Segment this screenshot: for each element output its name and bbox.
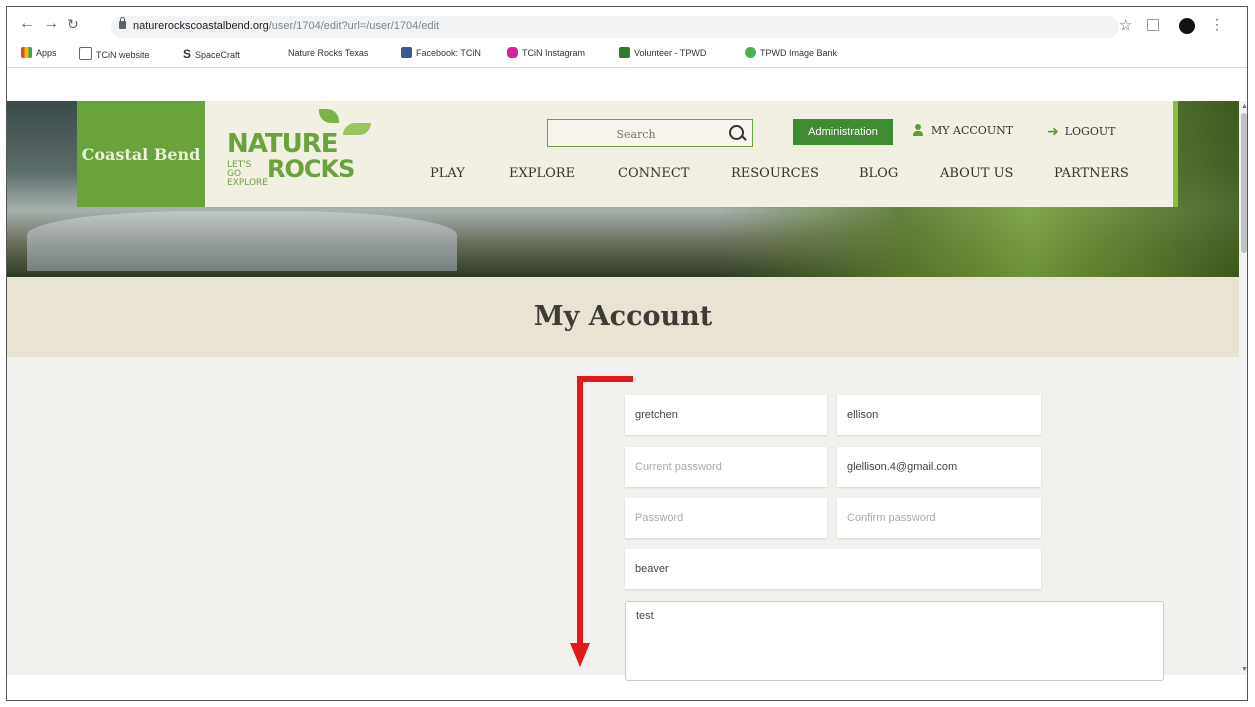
nav-partners[interactable]: PARTNERS [1054,166,1129,181]
hero-reflection [27,211,457,271]
search-icon[interactable] [729,125,744,140]
url-path: /user/1704/edit?url=/user/1704/edit [268,20,440,32]
logo-line2: LET'S GO EXPLORE [227,160,268,188]
bookmark-label: TPWD Image Bank [760,48,838,58]
first-name-field[interactable] [625,395,827,435]
user-icon [913,124,923,136]
logo-leaf-icon [319,109,339,123]
nav-resources[interactable]: RESOURCES [731,166,819,181]
bookmark-label: Nature Rocks Texas [288,48,369,58]
screenshot-frame: ← → ↻ naturerockscoastalbend.org/user/17… [6,6,1248,701]
nav-about-us[interactable]: ABOUT US [940,166,1013,181]
blank-icon [273,47,284,58]
last-name-field[interactable] [837,395,1041,435]
site-header: Coastal Bend NATURE LET'S GO EXPLORE ROC… [77,101,1173,207]
bookmark-tcin-website[interactable]: TCiN website [79,47,150,60]
annotation-arrow-shaft [577,376,583,646]
logout-icon: ➜ [1047,124,1059,140]
search-box [547,119,753,147]
bookmark-label: SpaceCraft [195,50,241,60]
site-logo[interactable]: NATURE LET'S GO EXPLORE ROCKS [227,107,387,197]
facebook-icon [401,47,412,58]
logout-link[interactable]: ➜ LOGOUT [1047,124,1115,140]
nav-play[interactable]: PLAY [430,166,465,181]
page-icon [79,47,92,60]
title-band: My Account [7,277,1239,357]
back-icon[interactable]: ← [19,16,35,32]
my-account-label: MY ACCOUNT [931,124,1014,137]
bookmark-label: TCiN website [96,50,150,60]
current-password-field[interactable] [625,447,827,487]
bio-textarea[interactable]: test [625,601,1164,681]
administration-button[interactable]: Administration [793,119,893,145]
bookmark-facebook[interactable]: Facebook: TCiN [401,47,481,58]
bookmark-instagram[interactable]: TCiN Instagram [507,47,585,58]
reload-icon[interactable]: ↻ [67,16,79,32]
email-field[interactable] [837,447,1041,487]
bookmark-label: Facebook: TCiN [416,48,481,58]
bookmark-label: Volunteer - TPWD [634,48,707,58]
logo-line3: ROCKS [267,155,355,183]
menu-kebab-icon[interactable]: ⋮ [1210,16,1224,33]
lock-icon [119,17,126,29]
bookmark-label: TCiN Instagram [522,48,586,58]
my-account-link[interactable]: MY ACCOUNT [913,124,1013,137]
nav-explore[interactable]: EXPLORE [509,166,575,181]
bookmarks-bar: Apps TCiN website S SpaceCraft Nature Roc… [7,41,1247,68]
spacecraft-s-icon: S [183,47,192,61]
tpwd-icon [619,47,630,58]
username-field[interactable] [625,549,1041,589]
image-bank-icon [745,47,756,58]
profile-avatar[interactable] [1179,18,1195,34]
logout-label: LOGOUT [1064,125,1116,138]
scroll-up-icon[interactable]: ▲ [1241,103,1247,110]
nav-connect[interactable]: CONNECT [618,166,689,181]
browser-toolbar: ← → ↻ naturerockscoastalbend.org/user/17… [7,7,1247,41]
page-scrollbar[interactable]: ▲ ▼ [1239,101,1247,675]
bookmark-label: Apps [36,48,57,58]
region-badge[interactable]: Coastal Bend [77,101,205,207]
scroll-down-icon[interactable]: ▼ [1241,666,1247,673]
url-host: naturerockscoastalbend.org [133,20,269,32]
bookmark-nature-rocks-texas[interactable]: Nature Rocks Texas [273,47,368,58]
bookmark-spacecraft[interactable]: S SpaceCraft [183,47,240,61]
bookmark-tpwd-image-bank[interactable]: TPWD Image Bank [745,47,837,58]
forward-icon[interactable]: → [43,16,59,32]
logo-leaf-icon [343,123,371,135]
nav-blog[interactable]: BLOG [859,166,898,181]
annotation-arrow-head [570,643,590,667]
address-bar[interactable]: naturerockscoastalbend.org/user/1704/edi… [111,16,1119,38]
reading-list-icon[interactable] [1147,19,1159,31]
search-input[interactable] [554,124,718,144]
web-page: Coastal Bend NATURE LET'S GO EXPLORE ROC… [7,101,1239,675]
bookmark-apps[interactable]: Apps [21,47,57,58]
scrollbar-thumb[interactable] [1241,113,1247,253]
confirm-password-field[interactable] [837,498,1041,538]
password-field[interactable] [625,498,827,538]
annotation-arrow-top [577,376,633,382]
bookmark-volunteer-tpwd[interactable]: Volunteer - TPWD [619,47,706,58]
page-title: My Account [533,301,713,332]
header-accent-bar [1173,101,1178,207]
bookmark-star-icon[interactable]: ☆ [1119,16,1132,34]
instagram-icon [507,47,518,58]
apps-grid-icon [21,47,32,58]
